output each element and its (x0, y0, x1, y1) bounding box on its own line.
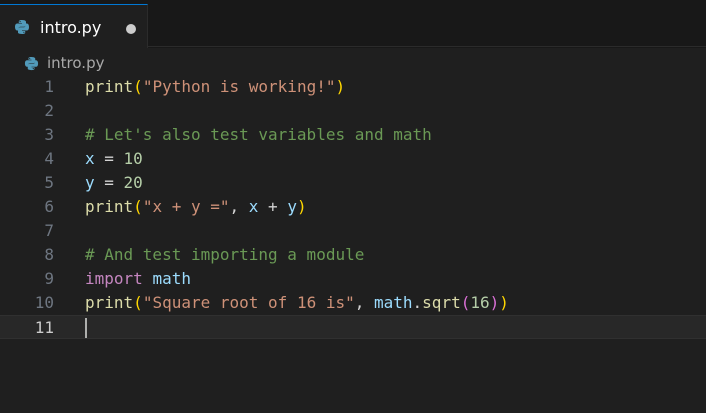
code-token: print (85, 293, 134, 312)
code-line[interactable]: 3 # Let's also test variables and math (0, 123, 706, 147)
code-line[interactable]: 1 print("Python is working!") (0, 75, 706, 99)
code-token: + (258, 197, 288, 216)
line-number: 1 (44, 77, 54, 96)
code-token: math (152, 269, 191, 288)
code-line[interactable]: 10 print("Square root of 16 is", math.sqr… (0, 291, 706, 315)
line-number: 6 (44, 197, 54, 216)
tab-bar-empty-area (148, 0, 706, 47)
code-text: print("Square root of 16 is", math.sqrt(… (85, 291, 509, 315)
code-line[interactable]: 8 # And test importing a module (0, 243, 706, 267)
code-text: x = 10 (85, 147, 143, 171)
code-token: = (94, 149, 124, 168)
code-token: 10 (123, 149, 143, 168)
code-token: 20 (123, 173, 143, 192)
code-text: print("x + y =", x + y) (85, 195, 307, 219)
code-token: import (85, 269, 143, 288)
code-token: x (85, 149, 95, 168)
code-token: ( (133, 197, 143, 216)
code-line[interactable]: 4 x = 10 (0, 147, 706, 171)
breadcrumb-file[interactable]: intro.py (47, 54, 104, 72)
tab-bar: intro.py (0, 0, 706, 48)
code-line[interactable]: 5 y = 20 (0, 171, 706, 195)
code-token: 16 (470, 293, 490, 312)
code-text: import math (85, 267, 191, 291)
code-token: , (354, 293, 374, 312)
line-number: 8 (44, 245, 54, 264)
line-number: 10 (34, 293, 54, 312)
code-token: ( (133, 77, 143, 96)
tab-label: intro.py (40, 18, 102, 37)
line-number: 3 (44, 125, 54, 144)
code-token: math (374, 293, 413, 312)
code-token: "Square root of 16 is" (142, 293, 355, 312)
code-token: , (229, 197, 249, 216)
code-text: # Let's also test variables and math (85, 123, 432, 147)
code-text: y = 20 (85, 171, 143, 195)
line-number: 11 (34, 318, 54, 337)
code-token: ( (460, 293, 471, 312)
code-token: x (248, 197, 259, 216)
code-line[interactable]: 6 print("x + y =", x + y) (0, 195, 706, 219)
line-number: 7 (44, 221, 54, 240)
unsaved-dot-icon[interactable] (126, 24, 136, 34)
code-token: ) (499, 293, 509, 312)
code-line[interactable]: 9 import math (0, 267, 706, 291)
code-token: print (85, 77, 134, 96)
code-token: # And test importing a module (85, 245, 365, 264)
line-number: 4 (44, 149, 54, 168)
line-number: 5 (44, 173, 54, 192)
code-token: "Python is working!" (142, 77, 336, 96)
code-token: ( (133, 293, 143, 312)
code-line[interactable]: 7 (0, 219, 706, 243)
tab-intro-py[interactable]: intro.py (0, 4, 148, 48)
python-icon (15, 20, 29, 34)
code-token: = (94, 173, 124, 192)
code-token: . (412, 293, 423, 312)
code-token: # Let's also test variables and math (85, 125, 432, 144)
code-token: ) (296, 197, 307, 216)
line-number: 2 (44, 101, 54, 120)
code-token: ) (335, 77, 346, 96)
breadcrumb: intro.py (0, 48, 706, 76)
code-editor[interactable]: 1 print("Python is working!") 2 3 # Let's al… (0, 76, 706, 413)
text-cursor (85, 318, 87, 338)
code-token: y (287, 197, 297, 216)
code-token: y (85, 173, 95, 192)
code-text: # And test importing a module (85, 243, 364, 267)
line-number: 9 (44, 269, 54, 288)
code-token: "x + y =" (142, 197, 230, 216)
code-line[interactable]: 2 (0, 99, 706, 123)
code-text: print("Python is working!") (85, 75, 345, 99)
code-token: print (85, 197, 134, 216)
code-token: sqrt (422, 293, 461, 312)
python-icon (24, 56, 39, 71)
code-line[interactable]: 11 (0, 315, 706, 339)
code-token: ) (489, 293, 500, 312)
